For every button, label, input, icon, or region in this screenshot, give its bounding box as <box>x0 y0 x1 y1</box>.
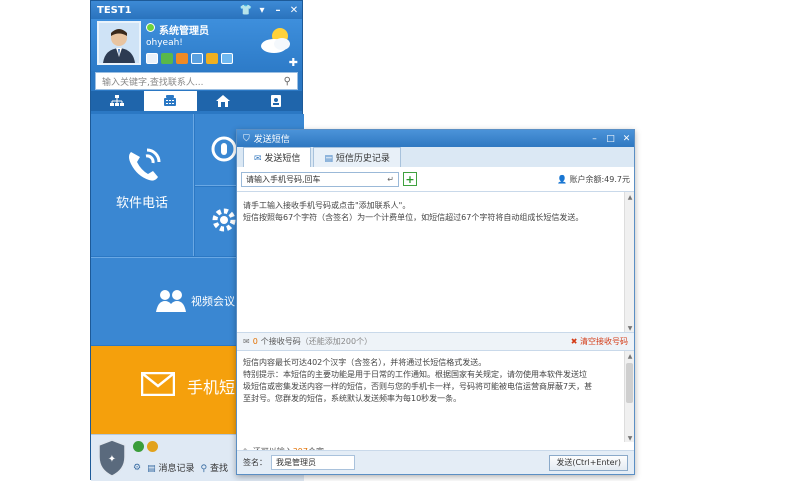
tab-contacts-icon[interactable] <box>249 91 302 111</box>
minimize-button[interactable]: – <box>270 2 286 18</box>
shield-logo-icon[interactable]: ✦ <box>97 439 127 477</box>
avatar[interactable] <box>97 21 141 65</box>
clear-recipients-button[interactable]: ✖ 清空接收号码 <box>571 336 628 347</box>
weather-icon[interactable] <box>258 25 294 55</box>
profile-toolbar <box>146 53 233 64</box>
video-conference-label: 视频会议 <box>191 295 235 308</box>
app-icon[interactable] <box>221 53 233 64</box>
tab-sms-history-label: 短信历史记录 <box>335 154 390 164</box>
content-line-1: 短信内容最长可达402个汉字（含签名），并将通过长短信格式发送。 <box>243 358 487 367</box>
recipient-count: 0 <box>252 337 258 346</box>
content-line-4: 至封号。您群发的短信，系统默认发送频率为每10秒发一条。 <box>243 394 462 403</box>
send-sms-dialog: ⛉ 发送短信 – □ ✕ ✉ 发送短信 ▤ 短信历史记录 请输入手机号码,回车 … <box>236 129 635 475</box>
clear-icon: ✖ <box>570 337 578 346</box>
voice-icon <box>211 136 237 162</box>
contact-search-input[interactable]: 输入关键字,查找联系人... ⚲ <box>95 72 298 90</box>
tab-org-icon[interactable] <box>91 91 144 111</box>
online-status-icon[interactable] <box>146 23 155 32</box>
dialog-tabs: ✉ 发送短信 ▤ 短信历史记录 <box>237 147 634 167</box>
find-button[interactable]: ⚲ 查找 <box>200 461 227 474</box>
sms-icon[interactable] <box>176 53 188 64</box>
tab-sms-history[interactable]: ▤ 短信历史记录 <box>313 147 401 167</box>
nav-tabs <box>91 91 302 111</box>
message-log-icon: ▤ <box>147 464 156 474</box>
enter-icon: ↵ <box>387 174 394 184</box>
menu-icon[interactable]: ▾ <box>254 2 270 18</box>
tab-send-sms-label: 发送短信 <box>264 154 301 164</box>
people-icon <box>156 290 186 312</box>
content-scroll-thumb[interactable] <box>626 363 633 403</box>
settings-icon[interactable]: ⚙ <box>133 463 141 473</box>
content-scroll-down-icon[interactable]: ▼ <box>625 433 635 442</box>
skin-icon[interactable]: 👕 <box>238 2 254 18</box>
find-icon: ⚲ <box>200 464 208 474</box>
dialog-logo-icon: ⛉ <box>243 133 250 144</box>
softphone-icon <box>129 148 161 181</box>
hint-line-2: 短信按照每67个字符（含签名）为一个计费单位，如短信超过67个字符将自动组成长短… <box>243 213 584 222</box>
message-content-area[interactable]: 短信内容最长可达402个汉字（含签名），并将通过长短信格式发送。 特别提示：本短… <box>237 350 634 442</box>
recipient-note: （还能添加200个） <box>300 337 373 346</box>
hint-line-1: 请手工输入接收手机号码或点击"添加联系人"。 <box>243 201 411 210</box>
signature-label: 签名： <box>243 458 267 467</box>
dialog-titlebar: ⛉ 发送短信 – □ ✕ <box>237 130 634 147</box>
dialog-maximize-button[interactable]: □ <box>603 132 618 145</box>
account-icon: 👤 <box>556 174 567 184</box>
dialog-title: 发送短信 <box>253 135 290 145</box>
main-titlebar: TEST1 👕 ▾ – ✕ <box>91 1 302 19</box>
clear-recipients-label: 清空接收号码 <box>580 337 628 346</box>
search-icon[interactable]: ⚲ <box>284 76 291 87</box>
sms-tab-icon: ✉ <box>254 154 262 164</box>
contact-group-icon[interactable] <box>147 441 158 452</box>
add-icon[interactable]: ✚ <box>289 56 298 69</box>
recipient-placeholder: 请输入手机号码,回车 <box>246 174 321 184</box>
message-log-button[interactable]: ▤ 消息记录 <box>147 461 194 474</box>
svg-text:✦: ✦ <box>108 454 116 465</box>
recipient-input[interactable]: 请输入手机号码,回车 ↵ <box>241 171 399 187</box>
dialog-minimize-button[interactable]: – <box>587 132 602 145</box>
app-title: TEST1 <box>97 4 132 16</box>
content-line-3: 圾短信或密集发送内容一样的短信，否则与您的手机卡一样，号码将可能被电信运营商屏蔽… <box>243 382 593 391</box>
recipients-scrollbar[interactable]: ▲ ▼ <box>624 192 634 332</box>
tab-send-sms[interactable]: ✉ 发送短信 <box>243 147 312 167</box>
recipients-area[interactable]: 请手工输入接收手机号码或点击"添加联系人"。 短信按照每67个字符（含签名）为一… <box>237 191 634 333</box>
monitor-icon[interactable] <box>191 53 203 64</box>
message-icon[interactable] <box>206 53 218 64</box>
bottom-icons <box>133 441 158 452</box>
user-signature[interactable]: ohyeah! <box>146 38 183 48</box>
find-label: 查找 <box>209 464 228 474</box>
history-tab-icon: ▤ <box>324 154 333 164</box>
mail-icon[interactable] <box>146 53 158 64</box>
recipient-status-bar: ✉ 0 个接收号码 （还能添加200个） ✖ 清空接收号码 <box>237 333 634 350</box>
send-button[interactable]: 发送(Ctrl+Enter) <box>549 454 628 471</box>
softphone-tile[interactable]: 软件电话 <box>91 114 194 256</box>
message-log-label: 消息记录 <box>158 464 195 474</box>
close-button[interactable]: ✕ <box>286 2 302 18</box>
dialog-close-button[interactable]: ✕ <box>619 132 634 145</box>
profile-panel: 系统管理员 ohyeah! ✚ <box>91 19 302 71</box>
recipient-row: 请输入手机号码,回车 ↵ + 👤 账户余额:49.7元 <box>237 167 634 191</box>
search-placeholder: 输入关键字,查找联系人... <box>102 77 204 88</box>
account-balance-text: 账户余额:49.7元 <box>569 174 630 184</box>
softphone-label: 软件电话 <box>115 196 168 211</box>
scroll-up-icon[interactable]: ▲ <box>625 192 635 201</box>
scroll-down-icon[interactable]: ▼ <box>625 323 635 332</box>
user-name: 系统管理员 <box>159 26 209 37</box>
gear-icon <box>212 208 236 232</box>
add-contact-button[interactable]: + <box>403 172 417 186</box>
tab-home-icon[interactable] <box>197 91 250 111</box>
envelope-icon <box>141 372 175 396</box>
phone-icon[interactable] <box>161 53 173 64</box>
content-scroll-up-icon[interactable]: ▲ <box>625 351 635 360</box>
signature-row: 签名： 我是管理员 发送(Ctrl+Enter) <box>237 450 634 474</box>
account-balance: 👤 账户余额:49.7元 <box>557 174 630 185</box>
user-status-icon[interactable] <box>133 441 144 452</box>
signature-input[interactable]: 我是管理员 <box>271 455 355 470</box>
recipient-count-text: 个接收号码 <box>260 337 301 346</box>
content-scrollbar[interactable]: ▲ ▼ <box>624 351 634 442</box>
sms-label: 手机短 <box>187 378 236 397</box>
recipients-icon: ✉ <box>243 337 250 346</box>
content-line-2: 特别提示：本短信的主要功能是用于日常的工作通知。根据国家有关规定，请勿使用本软件… <box>243 370 587 379</box>
tab-phone-icon[interactable] <box>143 91 197 111</box>
bottom-actions: ⚙ ▤ 消息记录 ⚲ 查找 <box>133 461 228 475</box>
